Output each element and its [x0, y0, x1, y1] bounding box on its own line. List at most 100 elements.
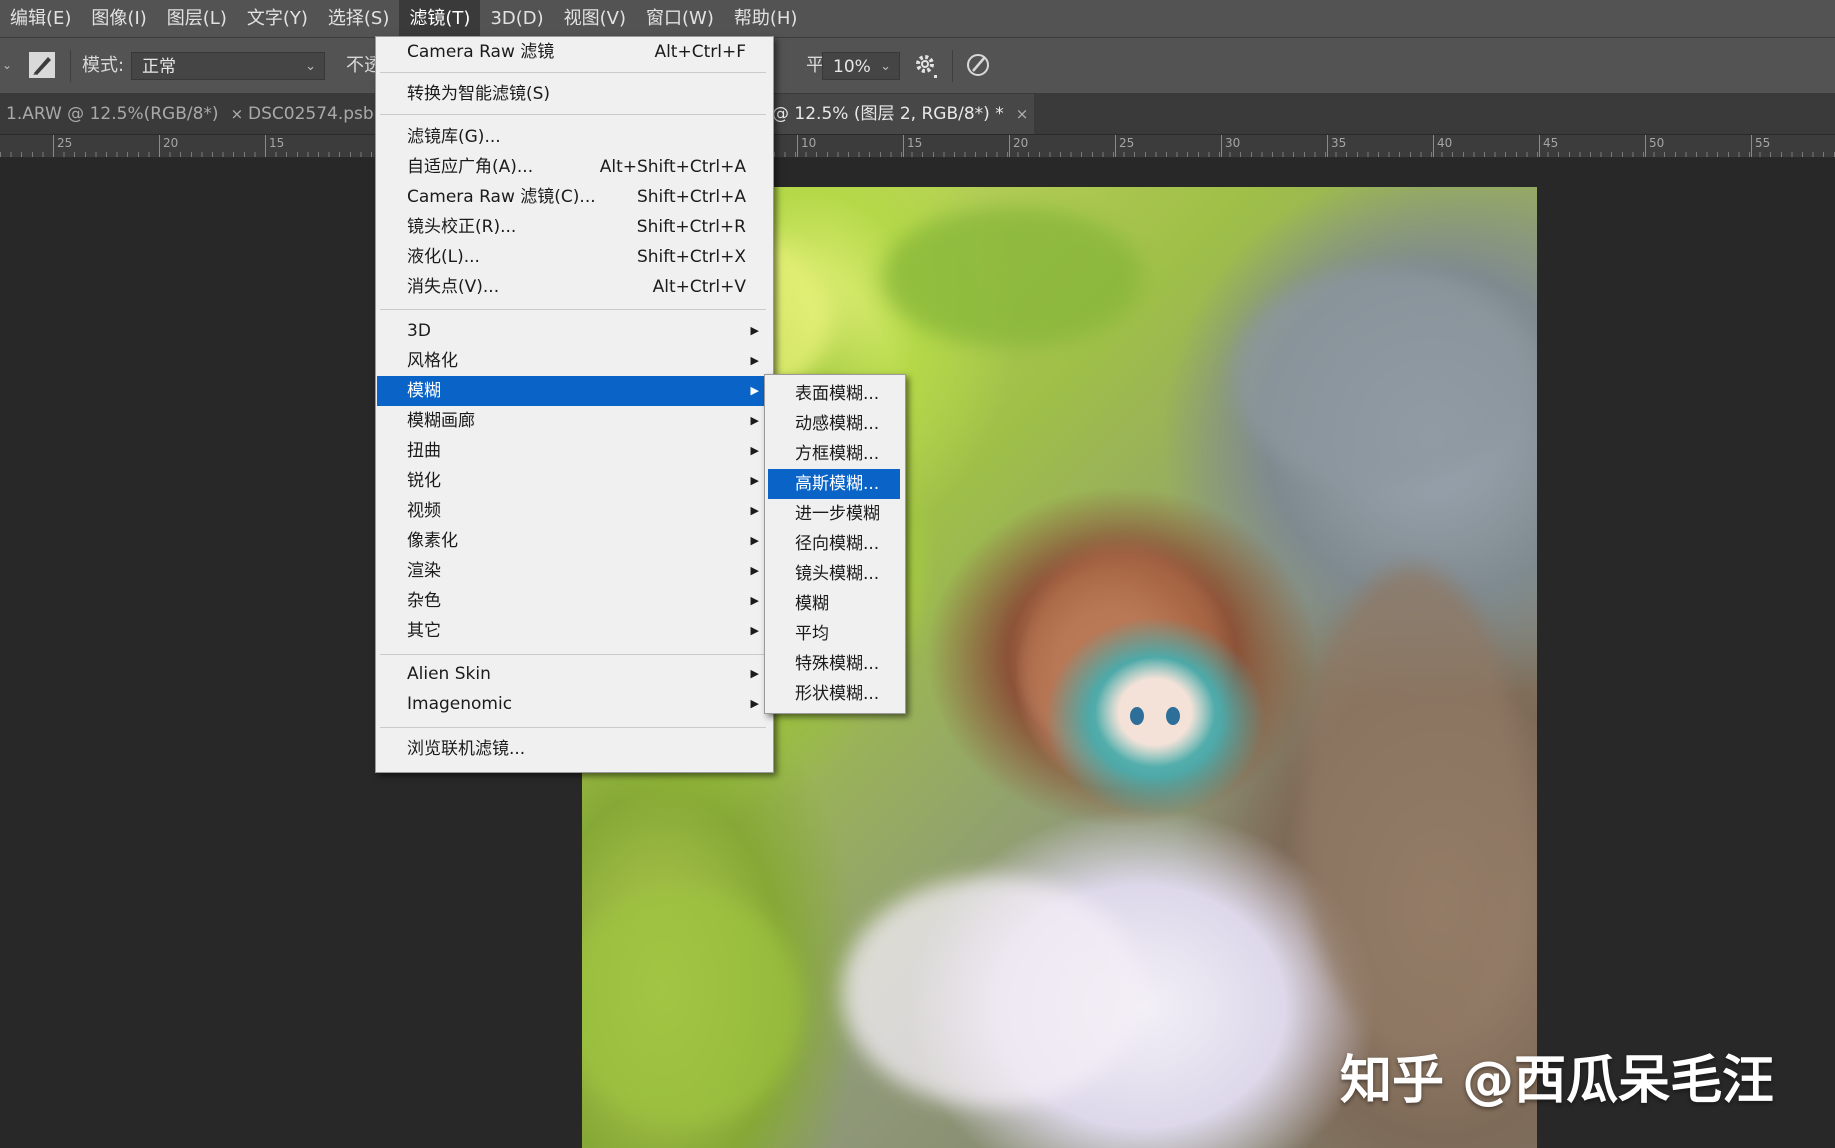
submenu-item-surface-blur[interactable]: 表面模糊...	[768, 379, 900, 409]
menu-divider	[380, 654, 766, 655]
menu-item-sharpen[interactable]: 锐化 ▶	[377, 466, 771, 496]
menu-item-shortcut: Shift+Ctrl+R	[636, 217, 746, 237]
menu-item-imagenomic[interactable]: Imagenomic ▶	[377, 689, 771, 719]
menu-item-label: 浏览联机滤镜...	[407, 739, 526, 759]
menu-item-video[interactable]: 视频 ▶	[377, 496, 771, 526]
menu-item-blur[interactable]: 模糊 ▶	[377, 376, 771, 406]
tool-preset-chevron-icon[interactable]: ⌄	[2, 38, 12, 93]
menu-item-label: 液化(L)...	[407, 247, 480, 267]
triangle-right-icon: ▶	[750, 667, 759, 680]
menu-item-other[interactable]: 其它 ▶	[377, 616, 771, 646]
menu-item-label: 镜头模糊...	[795, 564, 880, 584]
menu-item-3d[interactable]: 3D ▶	[377, 316, 771, 346]
sticker-eye	[1130, 707, 1144, 725]
horizontal-ruler: 25 20 15 10 15 20 25 30 35 40 45 50 55	[0, 135, 1835, 158]
brush-icon[interactable]	[28, 51, 56, 79]
menu-divider	[380, 72, 766, 73]
menu-type[interactable]: 文字(Y)	[237, 0, 318, 37]
menu-item-distort[interactable]: 扭曲 ▶	[377, 436, 771, 466]
menu-select[interactable]: 选择(S)	[318, 0, 399, 37]
submenu-item-box-blur[interactable]: 方框模糊...	[768, 439, 900, 469]
menu-item-label: 径向模糊...	[795, 534, 880, 554]
menu-item-label: 锐化	[407, 471, 441, 491]
menu-item-label: 模糊画廊	[407, 411, 475, 431]
menu-item-camera-raw[interactable]: Camera Raw 滤镜(C)... Shift+Ctrl+A	[377, 182, 771, 212]
menu-item-label: 形状模糊...	[795, 684, 880, 704]
menu-item-label: 镜头校正(R)...	[407, 217, 517, 237]
mode-select[interactable]: 正常 ⌄	[131, 52, 325, 80]
triangle-right-icon: ▶	[750, 564, 759, 577]
menu-item-noise[interactable]: 杂色 ▶	[377, 586, 771, 616]
submenu-item-blur-more[interactable]: 进一步模糊	[768, 499, 900, 529]
triangle-right-icon: ▶	[750, 324, 759, 337]
submenu-item-shape-blur[interactable]: 形状模糊...	[768, 679, 900, 709]
menu-divider	[380, 309, 766, 310]
ruler-label: 15	[903, 135, 922, 157]
menu-item-label: 像素化	[407, 531, 458, 551]
ruler-label: 25	[1115, 135, 1134, 157]
menu-window[interactable]: 窗口(W)	[636, 0, 724, 37]
menu-edit[interactable]: 编辑(E)	[0, 0, 81, 37]
tab-document-3[interactable]: @ 12.5% (图层 2, RGB/8*) * ×	[766, 94, 1035, 134]
submenu-item-gaussian-blur[interactable]: 高斯模糊...	[768, 469, 900, 499]
menu-item-blur-gallery[interactable]: 模糊画廊 ▶	[377, 406, 771, 436]
menu-item-label: 视频	[407, 501, 441, 521]
menu-3d[interactable]: 3D(D)	[480, 0, 553, 37]
menu-item-pixelate[interactable]: 像素化 ▶	[377, 526, 771, 556]
ruler-label: 15	[265, 135, 284, 157]
menu-item-liquify[interactable]: 液化(L)... Shift+Ctrl+X	[377, 242, 771, 272]
pressure-icon[interactable]	[965, 51, 993, 79]
tab-title: 1.ARW @ 12.5%(RGB/8*)	[6, 104, 219, 124]
menu-item-camera-raw-last[interactable]: Camera Raw 滤镜 Alt+Ctrl+F	[377, 37, 771, 67]
menu-item-label: 动感模糊...	[795, 414, 880, 434]
gear-icon[interactable]	[913, 51, 939, 79]
menu-item-render[interactable]: 渲染 ▶	[377, 556, 771, 586]
menu-view[interactable]: 视图(V)	[554, 0, 636, 37]
kimono-fabric	[842, 877, 1142, 1107]
triangle-right-icon: ▶	[750, 534, 759, 547]
smooth-select[interactable]: 10% ⌄	[822, 52, 900, 80]
menu-item-stylize[interactable]: 风格化 ▶	[377, 346, 771, 376]
mode-label: 模式:	[82, 55, 125, 76]
submenu-item-lens-blur[interactable]: 镜头模糊...	[768, 559, 900, 589]
close-icon[interactable]: ×	[1016, 105, 1029, 123]
bamboo-fence	[1302, 567, 1522, 1047]
menu-item-adaptive-wide-angle[interactable]: 自适应广角(A)... Alt+Shift+Ctrl+A	[377, 152, 771, 182]
ruler-label: 10	[797, 135, 816, 157]
menu-filter[interactable]: 滤镜(T)	[399, 0, 481, 37]
ruler-label: 30	[1221, 135, 1240, 157]
menu-divider	[380, 727, 766, 728]
menu-layer[interactable]: 图层(L)	[157, 0, 237, 37]
menu-item-label: 自适应广角(A)...	[407, 157, 534, 177]
menu-item-convert-smart-filters[interactable]: 转换为智能滤镜(S)	[377, 79, 771, 109]
menu-item-filter-gallery[interactable]: 滤镜库(G)...	[377, 122, 771, 152]
menu-item-alien-skin[interactable]: Alien Skin ▶	[377, 659, 771, 689]
sticker-eye	[1166, 707, 1180, 725]
submenu-item-blur[interactable]: 模糊	[768, 589, 900, 619]
menu-item-browse-online-filters[interactable]: 浏览联机滤镜...	[377, 734, 771, 764]
tab-document-1[interactable]: 1.ARW @ 12.5%(RGB/8*) ×	[0, 94, 249, 134]
submenu-item-motion-blur[interactable]: 动感模糊...	[768, 409, 900, 439]
submenu-item-smart-blur[interactable]: 特殊模糊...	[768, 649, 900, 679]
watermark-text: 知乎 @西瓜呆毛汪	[1340, 1051, 1775, 1111]
menu-bar: 编辑(E) 图像(I) 图层(L) 文字(Y) 选择(S) 滤镜(T) 3D(D…	[0, 0, 1835, 38]
menu-item-label: Camera Raw 滤镜(C)...	[407, 187, 596, 207]
menu-item-vanishing-point[interactable]: 消失点(V)... Alt+Ctrl+V	[377, 272, 771, 302]
menu-item-shortcut: Alt+Ctrl+F	[654, 42, 746, 62]
menu-item-shortcut: Shift+Ctrl+A	[636, 187, 746, 207]
menu-image[interactable]: 图像(I)	[81, 0, 156, 37]
menu-item-lens-correction[interactable]: 镜头校正(R)... Shift+Ctrl+R	[377, 212, 771, 242]
submenu-item-average[interactable]: 平均	[768, 619, 900, 649]
menu-help[interactable]: 帮助(H)	[724, 0, 808, 37]
menu-item-shortcut: Shift+Ctrl+X	[636, 247, 746, 267]
menu-item-shortcut: Alt+Ctrl+V	[652, 277, 746, 297]
chevron-down-icon: ⌄	[880, 59, 891, 74]
triangle-right-icon: ▶	[750, 444, 759, 457]
submenu-item-radial-blur[interactable]: 径向模糊...	[768, 529, 900, 559]
menu-item-label: 模糊	[795, 594, 829, 614]
separator	[70, 50, 71, 82]
tab-title: @ 12.5% (图层 2, RGB/8*) *	[772, 104, 1004, 124]
triangle-right-icon: ▶	[750, 504, 759, 517]
triangle-right-icon: ▶	[750, 384, 759, 397]
foliage-leaves	[582, 887, 802, 1127]
